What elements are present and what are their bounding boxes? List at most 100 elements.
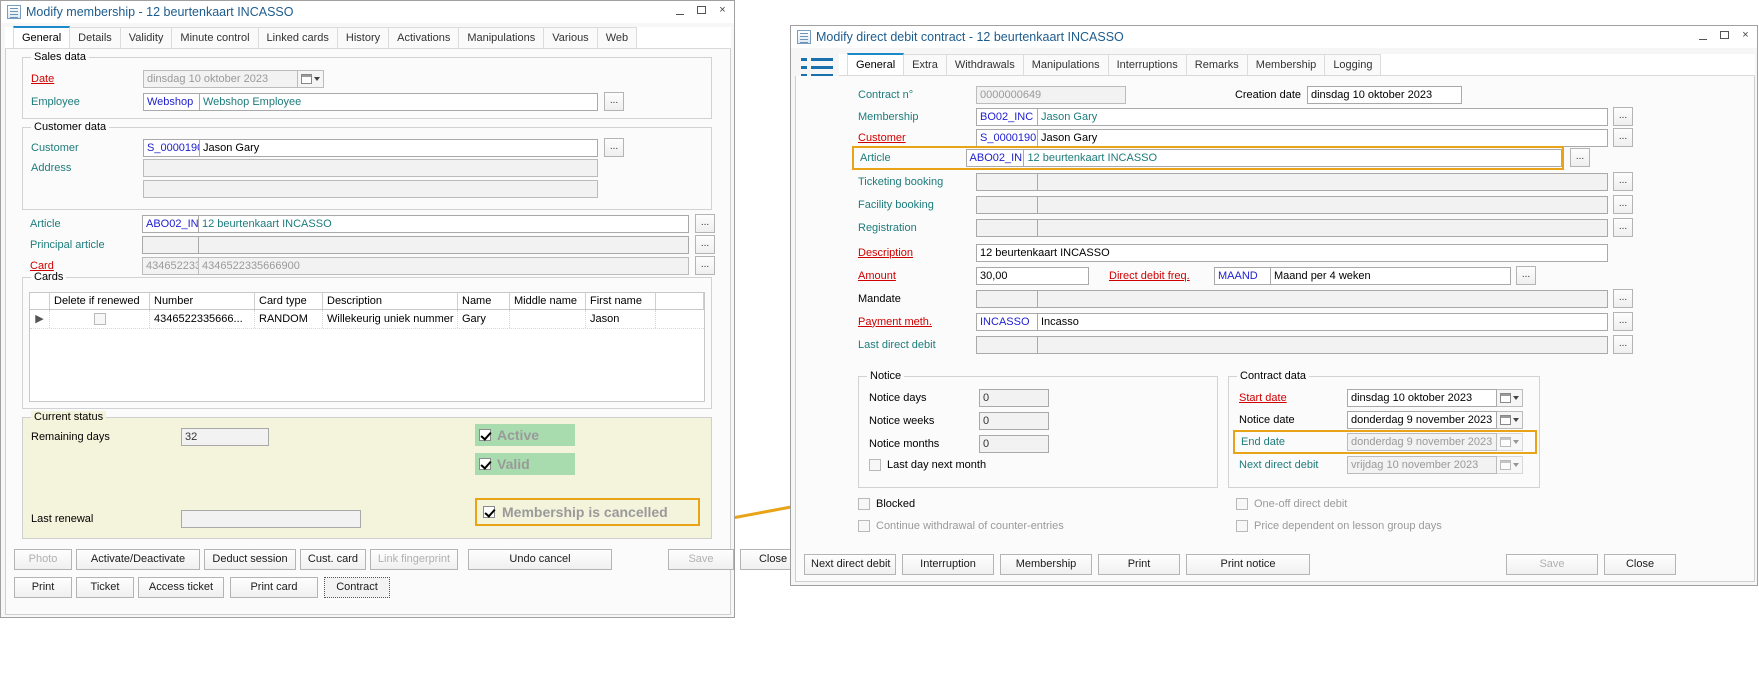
last-direct-debit-field[interactable] xyxy=(1038,336,1608,354)
principal-article-lookup-button[interactable]: ... xyxy=(695,235,715,254)
access-ticket-button[interactable]: Access ticket xyxy=(138,577,224,598)
article-code-field[interactable]: ABO02_IN xyxy=(142,215,199,233)
print-button[interactable]: Print xyxy=(14,577,72,598)
customer-lookup-button[interactable]: ... xyxy=(1613,128,1633,147)
end-date-field[interactable]: donderdag 9 november 2023 xyxy=(1347,433,1497,451)
membership-button[interactable]: Membership xyxy=(1000,554,1092,575)
tab-general[interactable]: General xyxy=(847,53,904,75)
last-direct-debit-code-field[interactable] xyxy=(976,336,1038,354)
undo-cancel-button[interactable]: Undo cancel xyxy=(468,549,612,570)
description-field[interactable]: 12 beurtenkaart INCASSO xyxy=(976,244,1608,262)
amount-field[interactable]: 30,00 xyxy=(976,267,1089,285)
payment-method-code-field[interactable]: INCASSO xyxy=(976,313,1038,331)
activate-deactivate-button[interactable]: Activate/Deactivate xyxy=(76,549,200,570)
minimize-button[interactable] xyxy=(674,4,687,17)
last-direct-debit-lookup-button[interactable]: ... xyxy=(1613,335,1633,354)
one-off-row[interactable]: One-off direct debit xyxy=(1236,498,1347,510)
mandate-lookup-button[interactable]: ... xyxy=(1613,289,1633,308)
cards-grid[interactable]: Delete if renewed Number Card type Descr… xyxy=(29,292,705,402)
tab-validity[interactable]: Validity xyxy=(120,27,173,48)
next-direct-debit-field[interactable]: vrijdag 10 november 2023 xyxy=(1347,456,1497,474)
interruption-button[interactable]: Interruption xyxy=(902,554,994,575)
tab-manipulations[interactable]: Manipulations xyxy=(1023,54,1109,75)
article-lookup-button[interactable]: ... xyxy=(1570,148,1590,167)
maximize-button[interactable] xyxy=(1718,29,1731,42)
customer-lookup-button[interactable]: ... xyxy=(604,138,624,157)
date-field[interactable]: dinsdag 10 oktober 2023 xyxy=(143,70,298,88)
tab-membership[interactable]: Membership xyxy=(1247,54,1326,75)
direct-debit-freq-lookup-button[interactable]: ... xyxy=(1516,266,1536,285)
col-card-type[interactable]: Card type xyxy=(255,293,323,309)
ticketing-booking-field[interactable] xyxy=(1038,173,1608,191)
col-delete-if-renewed[interactable]: Delete if renewed xyxy=(50,293,150,309)
next-direct-debit-button[interactable]: Next direct debit xyxy=(804,554,896,575)
card-number-field[interactable]: 4346522335666900 xyxy=(199,257,689,275)
notice-weeks-field[interactable]: 0 xyxy=(979,412,1049,430)
remaining-days-field[interactable]: 32 xyxy=(181,428,269,446)
customer-name-field[interactable]: Jason Gary xyxy=(200,139,598,157)
ticket-button[interactable]: Ticket xyxy=(76,577,134,598)
article-name-field[interactable]: 12 beurtenkaart INCASSO xyxy=(1024,149,1562,167)
start-date-field[interactable]: dinsdag 10 oktober 2023 xyxy=(1347,389,1497,407)
print-card-button[interactable]: Print card xyxy=(230,577,318,598)
article-code-field[interactable]: ABO02_IN xyxy=(966,149,1025,167)
save-button[interactable]: Save xyxy=(1506,554,1598,575)
facility-booking-lookup-button[interactable]: ... xyxy=(1613,195,1633,214)
tab-linked-cards[interactable]: Linked cards xyxy=(258,27,338,48)
principal-article-code-field[interactable] xyxy=(142,236,199,254)
notice-date-picker-button[interactable] xyxy=(1497,411,1523,429)
registration-code-field[interactable] xyxy=(976,219,1038,237)
col-number[interactable]: Number xyxy=(150,293,255,309)
article-name-field[interactable]: 12 beurtenkaart INCASSO xyxy=(199,215,689,233)
blocked-checkbox[interactable] xyxy=(858,498,870,510)
membership-name-field[interactable]: Jason Gary xyxy=(1038,108,1608,126)
creation-date-field[interactable]: dinsdag 10 oktober 2023 xyxy=(1307,86,1462,104)
article-lookup-button[interactable]: ... xyxy=(695,214,715,233)
membership-code-field[interactable]: BO02_INC xyxy=(976,108,1038,126)
continue-withdrawal-checkbox[interactable] xyxy=(858,520,870,532)
mandate-field[interactable] xyxy=(1038,290,1608,308)
photo-button[interactable]: Photo xyxy=(14,549,72,570)
customer-name-field[interactable]: Jason Gary xyxy=(1038,129,1608,147)
tab-activations[interactable]: Activations xyxy=(388,27,459,48)
employee-code-field[interactable]: Webshop xyxy=(143,93,200,111)
end-date-picker-button[interactable] xyxy=(1497,433,1523,451)
tab-various[interactable]: Various xyxy=(543,27,597,48)
tab-remarks[interactable]: Remarks xyxy=(1186,54,1248,75)
last-renewal-field[interactable] xyxy=(181,510,361,528)
registration-field[interactable] xyxy=(1038,219,1608,237)
col-description[interactable]: Description xyxy=(323,293,458,309)
active-checkbox[interactable] xyxy=(479,429,491,441)
employee-name-field[interactable]: Webshop Employee xyxy=(200,93,598,111)
tab-general[interactable]: General xyxy=(13,26,70,48)
address-line1-field[interactable] xyxy=(143,159,598,177)
date-picker-button[interactable] xyxy=(298,70,324,88)
tab-minute-control[interactable]: Minute control xyxy=(171,27,258,48)
membership-lookup-button[interactable]: ... xyxy=(1613,107,1633,126)
facility-booking-code-field[interactable] xyxy=(976,196,1038,214)
last-day-next-month-row[interactable]: Last day next month xyxy=(869,459,986,471)
tab-web[interactable]: Web xyxy=(597,27,637,48)
card-lookup-button[interactable]: ... xyxy=(695,256,715,275)
deduct-session-button[interactable]: Deduct session xyxy=(204,549,296,570)
col-first-name[interactable]: First name xyxy=(586,293,656,309)
continue-withdrawal-row[interactable]: Continue withdrawal of counter-entries xyxy=(858,520,1064,532)
start-date-picker-button[interactable] xyxy=(1497,389,1523,407)
card-code-field[interactable]: 434652233 xyxy=(142,257,199,275)
membership-is-cancelled-checkbox[interactable] xyxy=(483,506,495,518)
notice-days-field[interactable]: 0 xyxy=(979,389,1049,407)
tab-logging[interactable]: Logging xyxy=(1324,54,1381,75)
valid-status-box[interactable]: Valid xyxy=(475,453,575,475)
employee-lookup-button[interactable]: ... xyxy=(604,92,624,111)
close-button[interactable]: × xyxy=(716,4,729,17)
price-dependent-checkbox[interactable] xyxy=(1236,520,1248,532)
contract-button[interactable]: Contract xyxy=(324,577,390,598)
ticketing-booking-code-field[interactable] xyxy=(976,173,1038,191)
minimize-button[interactable] xyxy=(1697,29,1710,42)
ticketing-booking-lookup-button[interactable]: ... xyxy=(1613,172,1633,191)
customer-code-field[interactable]: S_0000190 xyxy=(976,129,1038,147)
blocked-row[interactable]: Blocked xyxy=(858,498,915,510)
notice-months-field[interactable]: 0 xyxy=(979,435,1049,453)
tab-manipulations[interactable]: Manipulations xyxy=(458,27,544,48)
facility-booking-field[interactable] xyxy=(1038,196,1608,214)
